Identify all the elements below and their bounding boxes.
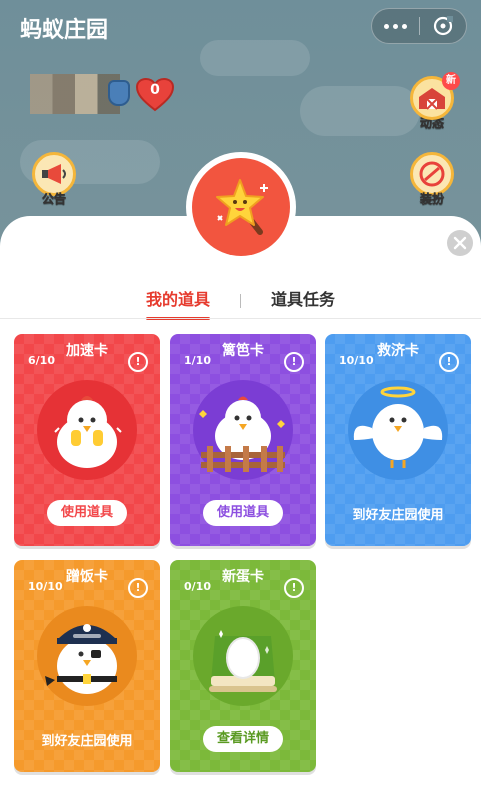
exit-icon xyxy=(433,16,453,36)
info-icon[interactable]: ! xyxy=(284,352,304,372)
announcement-button[interactable]: 公告 xyxy=(28,152,80,212)
more-dot-icon xyxy=(383,23,389,29)
card-new-egg[interactable]: 新蛋卡 0/10 ! 查看详情 xyxy=(170,560,316,772)
announcement-label: 公告 xyxy=(41,192,67,207)
use-prop-button[interactable]: 使用道具 xyxy=(46,500,128,526)
magic-wand-star-icon xyxy=(216,179,268,235)
card-count: 0/10 xyxy=(184,580,211,593)
tab-divider xyxy=(240,294,241,308)
medal-icon[interactable] xyxy=(108,80,130,106)
card-count: 10/10 xyxy=(28,580,63,593)
exit-button[interactable] xyxy=(420,9,466,43)
chicken-fence-icon xyxy=(193,380,293,480)
dress-up-button[interactable]: 装扮 xyxy=(406,152,458,212)
cloud xyxy=(300,86,420,136)
news-button[interactable]: 新 动态 xyxy=(406,72,460,136)
angel-chicken-icon xyxy=(348,380,448,480)
info-icon[interactable]: ! xyxy=(128,578,148,598)
use-at-friend-farm-text[interactable]: 到好友庄园使用 xyxy=(325,504,471,523)
use-prop-button[interactable]: 使用道具 xyxy=(202,500,284,526)
card-relief[interactable]: 救济卡 10/10 ! 到好友庄园使用 xyxy=(325,334,471,546)
card-fence[interactable]: 篱笆卡 1/10 ! 使用道具 xyxy=(170,334,316,546)
card-count: 1/10 xyxy=(184,354,211,367)
chicken-speed-icon xyxy=(37,380,137,480)
tab-prop-tasks[interactable]: 道具任务 xyxy=(265,286,341,316)
app-title: 蚂蚁庄园 xyxy=(20,18,109,43)
props-tabs: 我的道具 道具任务 xyxy=(0,286,481,320)
close-button[interactable] xyxy=(447,230,473,256)
info-icon[interactable]: ! xyxy=(284,578,304,598)
use-at-friend-farm-text[interactable]: 到好友庄园使用 xyxy=(14,730,160,749)
egg-icon xyxy=(193,606,293,706)
view-details-button[interactable]: 查看详情 xyxy=(202,726,284,752)
card-free-meal[interactable]: 蹭饭卡 10/10 ! 到好友庄园使用 xyxy=(14,560,160,772)
mini-program-capsule xyxy=(371,8,467,44)
card-speed-up[interactable]: 加速卡 6/10 ! 使用道具 xyxy=(14,334,160,546)
pirate-chicken-icon xyxy=(37,606,137,706)
cloud xyxy=(200,40,310,76)
close-icon xyxy=(453,236,467,250)
more-menu-button[interactable] xyxy=(372,9,418,43)
card-count: 10/10 xyxy=(339,354,374,367)
tab-my-props[interactable]: 我的道具 xyxy=(140,286,216,320)
new-badge: 新 xyxy=(442,72,460,90)
card-count: 6/10 xyxy=(28,354,55,367)
heart-count: 0 xyxy=(150,82,160,98)
props-header-icon xyxy=(186,152,296,262)
user-avatar[interactable] xyxy=(30,74,120,114)
info-icon[interactable]: ! xyxy=(128,352,148,372)
more-dot-icon xyxy=(392,23,398,29)
tabs-underline xyxy=(0,318,481,319)
info-icon[interactable]: ! xyxy=(439,352,459,372)
dress-up-label: 装扮 xyxy=(419,192,445,207)
more-dot-icon xyxy=(401,23,407,29)
